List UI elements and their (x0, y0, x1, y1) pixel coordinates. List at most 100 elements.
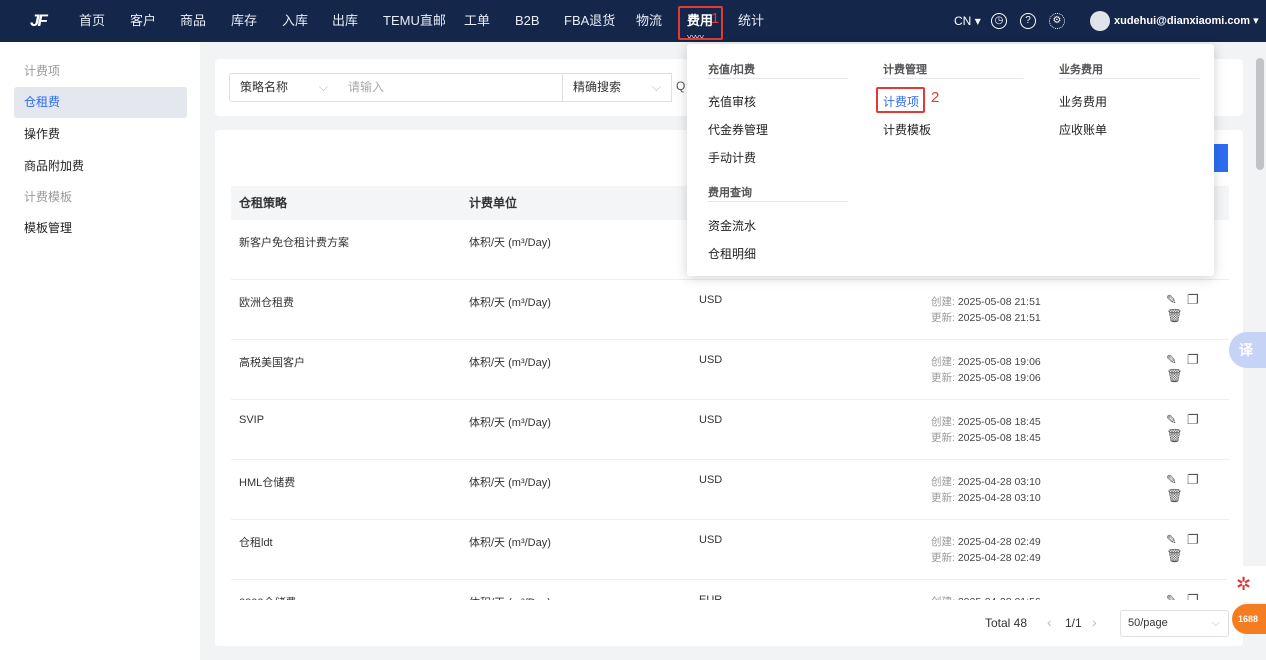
delete-icon[interactable]: 🗑 (1166, 548, 1193, 563)
cell-strategy-name: SVIP (239, 414, 265, 426)
menu-item-business-fees[interactable]: 业务费用 (1059, 93, 1107, 110)
network-float-icon[interactable]: ✲ (1226, 566, 1266, 602)
menu-item-recharge-review[interactable]: 充值审核 (708, 93, 756, 110)
nav-fba-returns[interactable]: FBA退货 (564, 0, 615, 42)
nav-products[interactable]: 商品 (180, 0, 206, 42)
menu-group-billing-management: 计费管理 (883, 64, 927, 76)
nav-customers[interactable]: 客户 (130, 0, 156, 42)
cell-timestamps: 创建: 2025-05-08 21:51 更新: 2025-05-08 21:51 (931, 294, 1041, 326)
edit-icon[interactable]: ✎ (1166, 412, 1187, 427)
table-row: 仓租ldt 体积/天 (m³/Day) USD 创建: 2025-04-28 02:4… (231, 520, 1229, 580)
page-scrollbar[interactable] (1256, 58, 1264, 170)
cell-strategy-name: 欧洲仓租费 (239, 297, 294, 309)
total-count: Total 48 (985, 616, 1028, 630)
search-icon[interactable]: Q (676, 79, 685, 93)
cell-currency: USD (699, 534, 723, 546)
created-time: 2025-05-08 21:51 (957, 296, 1041, 308)
edit-icon[interactable]: ✎ (1166, 352, 1187, 367)
cell-strategy-name: HML仓储费 (239, 477, 296, 489)
field-select[interactable]: 策略名称 ⌵ (229, 73, 339, 102)
next-page-button[interactable]: › (1092, 614, 1097, 630)
delete-icon[interactable]: 🗑 (1166, 308, 1193, 323)
nav-b2b[interactable]: B2B (515, 0, 540, 42)
cell-unit: 体积/天 (m³/Day) (469, 297, 551, 309)
search-input[interactable]: 请输入 (338, 73, 563, 102)
user-email: xudehui@dianxiaomi.com (1114, 15, 1251, 27)
nav-tickets[interactable]: 工单 (464, 0, 490, 42)
copy-icon[interactable]: ❐ (1187, 532, 1209, 547)
row-actions: ✎❐🗑 (1166, 532, 1229, 564)
row-actions: ✎❐🗑 (1166, 472, 1229, 504)
avatar[interactable] (1090, 11, 1110, 31)
app-logo[interactable]: JF (30, 11, 48, 31)
search-mode-select[interactable]: 精确搜索 ⌵ (562, 73, 672, 102)
created-label: 创建: (931, 356, 955, 368)
delete-icon[interactable]: 🗑 (1166, 488, 1193, 503)
pagination: Total 48 ‹ 1/1 › 50/page ⌵ (215, 600, 1243, 646)
copy-icon[interactable]: ❐ (1187, 352, 1209, 367)
nav-inventory[interactable]: 库存 (231, 0, 257, 42)
fees-dropdown-menu: 充值/扣费 充值审核 代金券管理 手动计费 费用查询 资金流水 仓租明细 计费管… (687, 44, 1214, 276)
page-size-select[interactable]: 50/page ⌵ (1120, 610, 1229, 637)
copy-icon[interactable]: ❐ (1187, 412, 1209, 427)
cell-currency: USD (699, 294, 723, 306)
language-selector[interactable]: CN ▾ (954, 0, 981, 42)
edit-icon[interactable]: ✎ (1166, 292, 1187, 307)
menu-group-recharge: 充值/扣费 (708, 64, 756, 76)
copy-icon[interactable]: ❐ (1187, 292, 1209, 307)
updated-label: 更新: (931, 372, 955, 384)
updated-label: 更新: (931, 552, 955, 564)
updated-label: 更新: (931, 432, 955, 444)
row-actions: ✎❐🗑 (1166, 412, 1229, 444)
sidebar-item-product-surcharge[interactable]: 商品附加费 (14, 151, 187, 182)
updated-time: 2025-04-28 02:49 (957, 552, 1041, 564)
language-label: CN (954, 14, 972, 28)
nav-statistics[interactable]: 统计 (738, 0, 764, 42)
sidebar-item-operation-fee[interactable]: 操作费 (14, 119, 187, 150)
help-icon[interactable]: ? (1020, 13, 1036, 29)
nav-home[interactable]: 首页 (79, 0, 105, 42)
menu-item-charge-templates[interactable]: 计费模板 (883, 121, 931, 138)
prev-page-button[interactable]: ‹ (1047, 614, 1052, 630)
edit-icon[interactable]: ✎ (1166, 472, 1187, 487)
menu-item-voucher-management[interactable]: 代金券管理 (708, 121, 768, 138)
created-label: 创建: (931, 476, 955, 488)
cell-timestamps: 创建: 2025-05-08 19:06 更新: 2025-05-08 19:06 (931, 354, 1041, 386)
copy-icon[interactable]: ❐ (1187, 472, 1209, 487)
field-select-value: 策略名称 (240, 80, 289, 94)
sidebar-item-storage-fee[interactable]: 仓租费 (14, 87, 187, 118)
column-header-unit: 计费单位 (469, 196, 518, 210)
menu-item-receivables[interactable]: 应收账单 (1059, 121, 1107, 138)
gear-icon[interactable]: ⚙ (1049, 13, 1065, 29)
chevron-down-icon: ⌵ (651, 80, 661, 94)
search-mode-value: 精确搜索 (573, 80, 622, 94)
translate-float-button[interactable]: 译 (1229, 332, 1266, 368)
updated-time: 2025-04-28 03:10 (957, 492, 1041, 504)
edit-icon[interactable]: ✎ (1166, 532, 1187, 547)
created-label: 创建: (931, 296, 955, 308)
user-menu[interactable]: xudehui@dianxiaomi.com ▾ (1114, 0, 1259, 42)
nav-temu[interactable]: TEMU直邮 (383, 0, 446, 42)
step-marker-1: 1 (711, 10, 720, 27)
nav-inbound[interactable]: 入库 (282, 0, 308, 42)
divider (1059, 78, 1199, 79)
cell-timestamps: 创建: 2025-04-28 02:49 更新: 2025-04-28 02:49 (931, 534, 1041, 566)
clock-icon[interactable]: ◷ (991, 13, 1007, 29)
nav-outbound[interactable]: 出库 (332, 0, 358, 42)
chevron-down-icon: ▾ (974, 14, 981, 28)
delete-icon[interactable]: 🗑 (1166, 428, 1193, 443)
nav-logistics[interactable]: 物流 (636, 0, 662, 42)
sidebar: 计费项 仓租费 操作费 商品附加费 计费模板 模板管理 (0, 42, 200, 660)
updated-label: 更新: (931, 312, 955, 324)
delete-icon[interactable]: 🗑 (1166, 368, 1193, 383)
sidebar-item-template-management[interactable]: 模板管理 (14, 213, 187, 244)
menu-item-manual-charge[interactable]: 手动计费 (708, 149, 756, 166)
sidebar-group-charge-items: 计费项 (24, 64, 61, 78)
divider (883, 78, 1023, 79)
menu-item-fund-flow[interactable]: 资金流水 (708, 217, 756, 234)
ali1688-float-button[interactable]: 1688 (1232, 604, 1266, 634)
highlight-box-charge-items (876, 87, 925, 113)
table-row: HML仓储费 体积/天 (m³/Day) USD 创建: 2025-04-28 03:… (231, 460, 1229, 520)
menu-item-storage-details[interactable]: 仓租明细 (708, 245, 756, 262)
created-label: 创建: (931, 416, 955, 428)
